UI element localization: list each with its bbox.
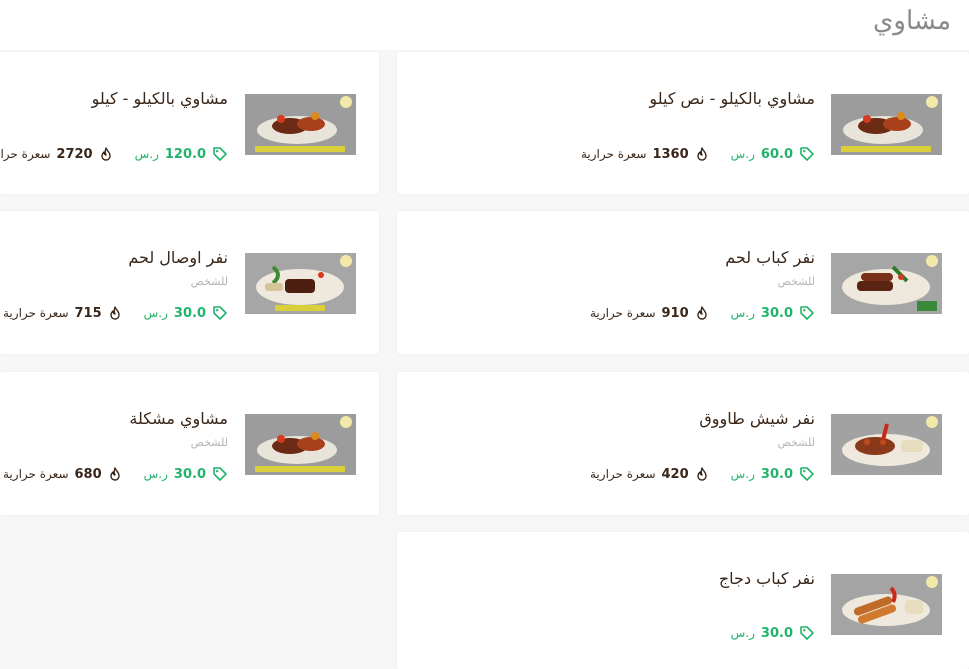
menu-item-card[interactable]: مشاوي مشكلة للشخص 30.0 ر.س 680 سعرة حرار…: [0, 372, 379, 515]
item-subtitle: للشخص: [777, 275, 815, 288]
item-image: [831, 94, 942, 155]
currency-label: ر.س: [730, 626, 755, 640]
item-calories: 1360: [652, 146, 689, 162]
item-image: [831, 414, 942, 475]
item-image: [245, 253, 356, 314]
calories-label: سعرة حرارية: [3, 306, 69, 320]
calories-label: سعرة حرارية: [3, 467, 69, 481]
tag-icon: [799, 625, 815, 641]
tag-icon: [212, 466, 228, 482]
calories-label: سعرة حرارية: [580, 147, 647, 161]
currency-label: ر.س: [730, 467, 755, 481]
item-price: 30.0: [760, 305, 793, 321]
item-subtitle: للشخص: [190, 275, 228, 288]
flame-icon: [108, 306, 122, 320]
flame-icon: [695, 467, 709, 481]
item-calories: 715: [74, 305, 102, 321]
tag-icon: [799, 466, 815, 482]
tag-icon: [212, 305, 228, 321]
flame-icon: [695, 147, 709, 161]
item-name: نفر شيش طاووق: [699, 409, 815, 428]
menu-item-card[interactable]: نفر شيش طاووق للشخص 30.0 ر.س 420 سعرة حر…: [397, 372, 969, 515]
item-name: مشاوي مشكلة: [129, 409, 228, 428]
item-name: نفر كباب لحم: [725, 248, 815, 267]
item-subtitle: للشخص: [190, 436, 228, 449]
item-price: 30.0: [760, 625, 793, 641]
item-image: [245, 94, 356, 155]
flame-icon: [99, 147, 113, 161]
menu-item-card[interactable]: نفر اوصال لحم للشخص 30.0 ر.س 715 سعرة حر…: [0, 211, 379, 354]
currency-label: ر.س: [730, 306, 755, 320]
item-image: [245, 414, 356, 475]
item-image: [831, 253, 942, 314]
item-name: نفر كباب دجاج: [718, 569, 815, 588]
tag-icon: [799, 305, 815, 321]
item-meta: 30.0 ر.س: [715, 623, 815, 643]
currency-label: ر.س: [730, 147, 755, 161]
item-subtitle: للشخص: [777, 436, 815, 449]
item-meta: 60.0 ر.س 1360 سعرة حرارية: [581, 144, 815, 164]
item-image: [831, 574, 942, 635]
item-meta: 30.0 ر.س 680 سعرة حرارية: [3, 464, 228, 484]
menu-item-card[interactable]: نفر كباب دجاج 30.0 ر.س: [397, 532, 969, 669]
section-title: مشاوي: [873, 6, 951, 36]
tag-icon: [799, 146, 815, 162]
section-header: [0, 0, 969, 50]
item-name: مشاوي بالكيلو - نص كيلو: [649, 89, 815, 108]
menu-item-card[interactable]: مشاوي بالكيلو - كيلو 120.0 ر.س 2720 سعرة…: [0, 52, 379, 194]
currency-label: ر.س: [134, 147, 159, 161]
item-meta: 30.0 ر.س 420 سعرة حرارية: [590, 464, 815, 484]
item-price: 30.0: [760, 466, 793, 482]
calories-label: سعرة حرارية: [0, 147, 51, 161]
currency-label: ر.س: [143, 306, 168, 320]
item-meta: 120.0 ر.س 2720 سعرة حرارية: [0, 144, 228, 164]
menu-item-card[interactable]: مشاوي بالكيلو - نص كيلو 60.0 ر.س 1360 سع…: [397, 52, 969, 194]
item-name: نفر اوصال لحم: [128, 248, 228, 267]
item-calories: 420: [661, 466, 689, 482]
item-price: 120.0: [164, 146, 206, 162]
item-price: 30.0: [173, 466, 206, 482]
item-meta: 30.0 ر.س 910 سعرة حرارية: [590, 303, 815, 323]
item-calories: 910: [661, 305, 689, 321]
tag-icon: [212, 146, 228, 162]
menu-item-card[interactable]: نفر كباب لحم للشخص 30.0 ر.س 910 سعرة حرا…: [397, 211, 969, 354]
item-price: 60.0: [760, 146, 793, 162]
currency-label: ر.س: [143, 467, 168, 481]
calories-label: سعرة حرارية: [590, 306, 656, 320]
flame-icon: [108, 467, 122, 481]
item-calories: 2720: [56, 146, 93, 162]
item-price: 30.0: [173, 305, 206, 321]
flame-icon: [695, 306, 709, 320]
item-calories: 680: [74, 466, 102, 482]
item-name: مشاوي بالكيلو - كيلو: [91, 89, 228, 108]
item-meta: 30.0 ر.س 715 سعرة حرارية: [3, 303, 228, 323]
calories-label: سعرة حرارية: [590, 467, 656, 481]
